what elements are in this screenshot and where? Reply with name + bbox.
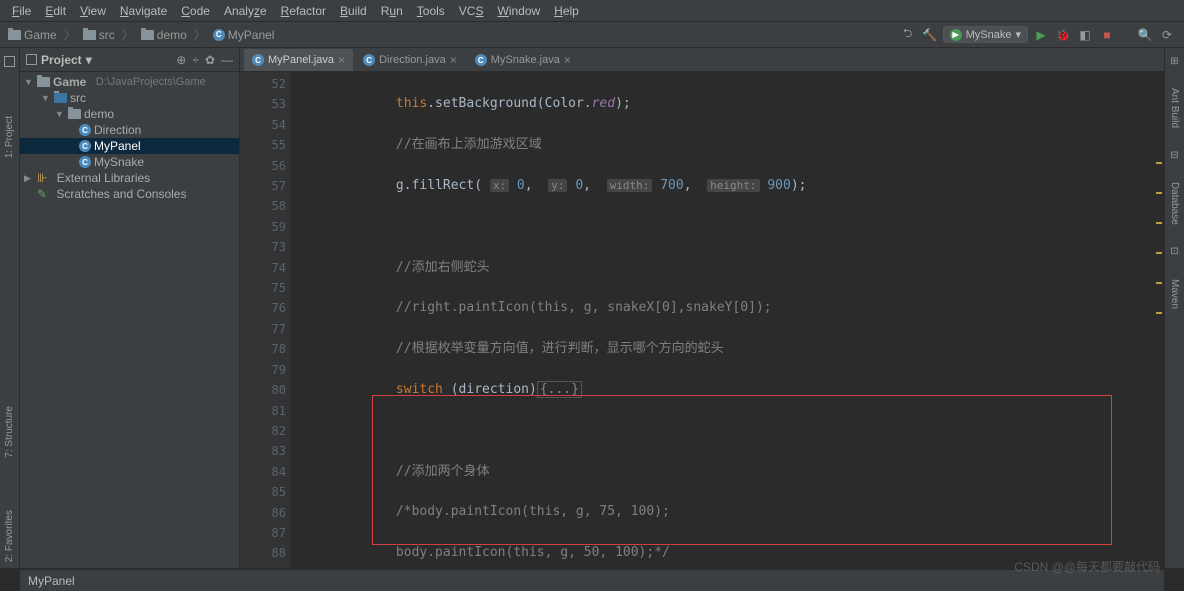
class-icon: C bbox=[79, 124, 91, 136]
menu-file[interactable]: File bbox=[6, 2, 37, 20]
run-button[interactable]: ▶ bbox=[1032, 26, 1050, 44]
class-icon: C bbox=[79, 156, 91, 168]
tool-project[interactable]: 1: Project bbox=[4, 110, 15, 164]
menu-help[interactable]: Help bbox=[548, 2, 585, 20]
class-icon: C bbox=[475, 54, 487, 66]
coverage-button[interactable]: ◧ bbox=[1076, 26, 1094, 44]
tool-maven[interactable]: Maven bbox=[1169, 273, 1180, 315]
project-panel: Project ▾ ⊕ ÷ ✿ — ▼Game D:\JavaProjects\… bbox=[20, 48, 240, 568]
line-gutter[interactable]: 5253545556575859737475767778798081828384… bbox=[240, 72, 290, 568]
tree-root[interactable]: ▼Game D:\JavaProjects\Game bbox=[20, 74, 239, 90]
editor-marks[interactable] bbox=[1154, 122, 1162, 422]
menu-build[interactable]: Build bbox=[334, 2, 373, 20]
tree-class-direction[interactable]: CDirection bbox=[20, 122, 239, 138]
stop-button[interactable]: ■ bbox=[1098, 26, 1116, 44]
class-icon: C bbox=[79, 140, 91, 152]
folder-icon bbox=[37, 77, 50, 87]
db-icon[interactable]: ⊟ bbox=[1166, 146, 1184, 164]
project-tree: ▼Game D:\JavaProjects\Game ▼src ▼demo CD… bbox=[20, 72, 239, 204]
menu-bar: File Edit View Navigate Code Analyze Ref… bbox=[0, 0, 1184, 22]
src-folder-icon bbox=[54, 93, 67, 103]
breadcrumb-bar: MyPanel bbox=[20, 569, 1164, 591]
class-icon: C bbox=[363, 54, 375, 66]
bc-demo[interactable]: demo bbox=[141, 28, 187, 42]
code-editor[interactable]: this.setBackground(Color.red); //在画布上添加游… bbox=[290, 72, 1164, 568]
close-icon[interactable]: × bbox=[450, 53, 457, 67]
tab-mysnake[interactable]: CMySnake.java× bbox=[467, 49, 579, 71]
run-config-selector[interactable]: ▶MySnake ▾ bbox=[943, 26, 1028, 43]
library-icon: ⊪ bbox=[37, 171, 47, 185]
debug-button[interactable]: 🐞 bbox=[1054, 26, 1072, 44]
bc-src[interactable]: src bbox=[83, 28, 115, 42]
menu-code[interactable]: Code bbox=[175, 2, 216, 20]
bc-game[interactable]: Game bbox=[8, 28, 57, 42]
project-panel-header: Project ▾ ⊕ ÷ ✿ — bbox=[20, 48, 239, 72]
tool-database[interactable]: Database bbox=[1169, 176, 1180, 231]
project-view-icon bbox=[26, 54, 37, 65]
project-files-icon[interactable] bbox=[1, 52, 19, 70]
editor-tabs: CMyPanel.java× CDirection.java× CMySnake… bbox=[240, 48, 1164, 72]
app-icon: ▶ bbox=[950, 29, 962, 41]
editor-area: CMyPanel.java× CDirection.java× CMySnake… bbox=[240, 48, 1164, 568]
tree-pkg[interactable]: ▼demo bbox=[20, 106, 239, 122]
menu-window[interactable]: Window bbox=[491, 2, 546, 20]
right-tool-strip: ⊞ Ant Build ⊟ Database ⊡ Maven bbox=[1164, 48, 1184, 568]
ant-icon[interactable]: ⊞ bbox=[1166, 52, 1184, 70]
menu-vcs[interactable]: VCS bbox=[453, 2, 490, 20]
tree-src[interactable]: ▼src bbox=[20, 90, 239, 106]
left-tool-strip: 1: Project 7: Structure 2: Favorites bbox=[0, 48, 20, 568]
tab-direction[interactable]: CDirection.java× bbox=[355, 49, 465, 71]
select-opened-icon[interactable]: ⊕ bbox=[176, 53, 186, 67]
watermark: CSDN @@每天都要敲代码 bbox=[1014, 558, 1160, 575]
project-title: Project bbox=[41, 53, 82, 67]
close-icon[interactable]: × bbox=[338, 53, 345, 67]
gear-icon[interactable]: ✿ bbox=[205, 53, 215, 67]
breadcrumb: Game〉 src〉 demo〉 CMyPanel bbox=[8, 26, 274, 43]
pkg-icon bbox=[68, 109, 81, 119]
build-icon[interactable]: 🔨 bbox=[921, 26, 939, 44]
menu-view[interactable]: View bbox=[74, 2, 112, 20]
tab-mypanel[interactable]: CMyPanel.java× bbox=[244, 49, 353, 71]
tool-favorites[interactable]: 2: Favorites bbox=[4, 504, 15, 568]
menu-refactor[interactable]: Refactor bbox=[275, 2, 332, 20]
menu-run[interactable]: Run bbox=[375, 2, 409, 20]
hide-icon[interactable]: — bbox=[221, 53, 233, 67]
scratch-icon: ✎ bbox=[37, 187, 47, 201]
folder-icon bbox=[141, 30, 154, 40]
class-icon: C bbox=[252, 54, 264, 66]
folder-icon bbox=[8, 30, 21, 40]
nav-bar: Game〉 src〉 demo〉 CMyPanel ⮌ 🔨 ▶MySnake ▾… bbox=[0, 22, 1184, 48]
tree-class-mypanel[interactable]: CMyPanel bbox=[20, 138, 239, 154]
sync-icon[interactable]: ⟳ bbox=[1158, 26, 1176, 44]
folder-icon bbox=[83, 30, 96, 40]
back-icon[interactable]: ⮌ bbox=[899, 26, 917, 44]
menu-analyze[interactable]: Analyze bbox=[218, 2, 273, 20]
tree-extlib[interactable]: ▶⊪ External Libraries bbox=[20, 170, 239, 186]
status-class[interactable]: MyPanel bbox=[28, 574, 75, 588]
fold-box[interactable]: {...} bbox=[537, 381, 582, 398]
tool-ant[interactable]: Ant Build bbox=[1169, 82, 1180, 134]
tool-structure[interactable]: 7: Structure bbox=[4, 400, 15, 464]
tree-class-mysnake[interactable]: CMySnake bbox=[20, 154, 239, 170]
tree-scratches[interactable]: ✎ Scratches and Consoles bbox=[20, 186, 239, 202]
bc-class[interactable]: CMyPanel bbox=[213, 28, 275, 42]
class-icon: C bbox=[213, 29, 225, 41]
menu-edit[interactable]: Edit bbox=[39, 2, 72, 20]
collapse-icon[interactable]: ÷ bbox=[192, 53, 199, 67]
menu-navigate[interactable]: Navigate bbox=[114, 2, 173, 20]
close-icon[interactable]: × bbox=[564, 53, 571, 67]
menu-tools[interactable]: Tools bbox=[411, 2, 451, 20]
search-icon[interactable]: 🔍 bbox=[1136, 26, 1154, 44]
maven-icon[interactable]: ⊡ bbox=[1166, 243, 1184, 261]
